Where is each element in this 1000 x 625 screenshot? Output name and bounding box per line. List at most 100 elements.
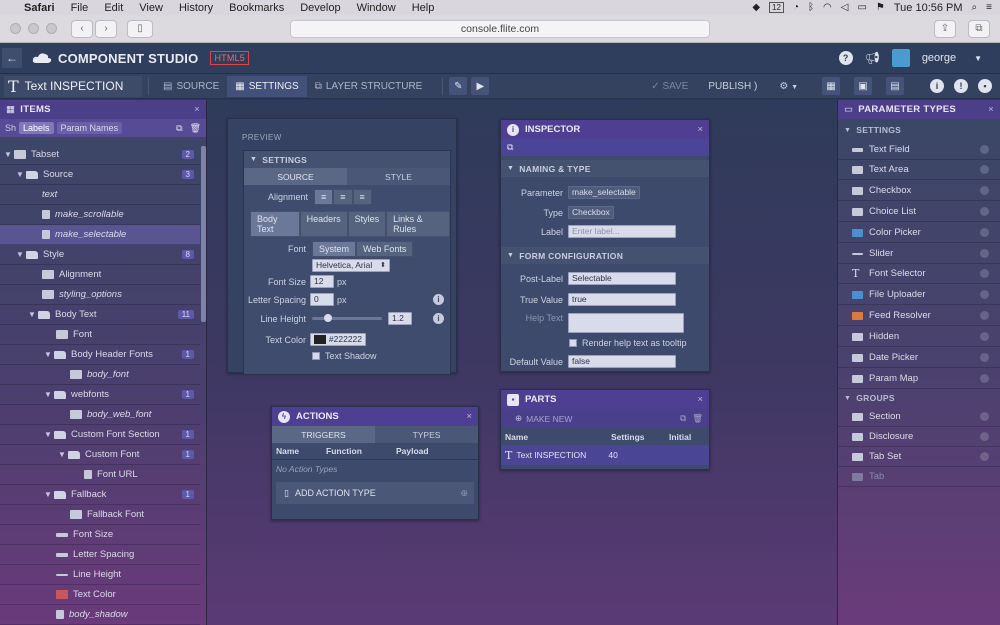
menu-view[interactable]: View [139,2,163,14]
close-window-icon[interactable] [10,23,21,34]
add-icon[interactable] [980,228,989,237]
tree-item-body-text[interactable]: ▼ Body Text 11 [0,305,200,325]
subtab-styles[interactable]: Styles [347,211,387,237]
subtab-headers[interactable]: Headers [299,211,348,237]
add-icon[interactable] [980,374,989,383]
subtab-body-text[interactable]: Body Text [250,211,300,237]
tree-item-source[interactable]: ▼ Source 3 [0,165,200,185]
gear-dropdown-button[interactable]: ⚙ ▼ [779,81,798,92]
tree-item-font-size[interactable]: Font Size [0,525,200,545]
tree-item-styling-options[interactable]: styling_options [0,285,200,305]
back-button[interactable]: ← [2,48,22,68]
share-button[interactable]: ⇪ [934,19,956,38]
minimize-window-icon[interactable] [28,23,39,34]
image-view-button[interactable]: ▣ [854,77,872,95]
trash-icon[interactable]: 🗑︎ [692,413,703,424]
dropbox-icon[interactable]: ◆ [752,2,760,13]
address-bar[interactable]: console.flite.com [290,20,710,38]
sidebar-toggle-button[interactable]: ▯ [127,19,153,38]
param-type-feed-resolver[interactable]: Feed Resolver [838,306,1000,326]
help-text-textarea[interactable] [568,313,684,333]
chevron-down-icon[interactable]: ▼ [974,54,982,63]
menu-safari[interactable]: Safari [24,2,55,14]
tree-item-custom-font[interactable]: ▼ Custom Font 1 [0,445,200,465]
expand-triangle-icon[interactable]: ▼ [4,150,14,159]
param-type-disclosure[interactable]: Disclosure [838,427,1000,447]
component-title[interactable]: T Text INSPECTION [4,75,142,97]
menu-develop[interactable]: Develop [300,2,340,14]
param-type-section[interactable]: Section [838,407,1000,427]
close-icon[interactable]: × [194,104,200,115]
tree-item-font[interactable]: Font [0,325,200,345]
expand-triangle-icon[interactable]: ▼ [44,390,54,399]
actions-tab-types[interactable]: TYPES [375,426,478,443]
tree-item-body-shadow[interactable]: body_shadow [0,605,200,625]
param-type-date-picker[interactable]: Date Picker [838,348,1000,368]
battery-icon[interactable]: ▭ [857,2,866,13]
flag-icon[interactable]: ⚑ [876,2,885,13]
tree-item-font-url[interactable]: Font URL [0,465,200,485]
param-type-tab-set[interactable]: Tab Set [838,447,1000,467]
tree-item-custom-font-section[interactable]: ▼ Custom Font Section 1 [0,425,200,445]
copy-icon[interactable]: ⧉ [680,413,686,424]
plus-circle-icon[interactable]: ⊕ [515,413,522,424]
avatar[interactable] [891,49,910,67]
expand-triangle-icon[interactable]: ▼ [16,250,26,259]
tab-layer-structure[interactable]: ⧉ LAYER STRUCTURE [307,76,431,97]
add-icon[interactable] [980,290,989,299]
label-input[interactable]: Enter label... [568,225,676,238]
spotlight-icon[interactable]: ⌕ [972,2,978,13]
close-icon[interactable]: × [466,411,472,422]
param-type-choice-list[interactable]: Choice List [838,202,1000,222]
param-type-slider[interactable]: Slider [838,244,1000,264]
bluetooth-icon[interactable]: ᛒ [808,2,814,13]
add-icon[interactable] [980,145,989,154]
true-value-input[interactable]: true [568,293,676,306]
font-option-web-fonts[interactable]: Web Fonts [356,241,414,257]
help-tooltip-checkbox[interactable] [569,339,577,347]
close-icon[interactable]: × [697,394,703,405]
add-icon[interactable] [980,452,989,461]
tab-source[interactable]: ▤ SOURCE [155,76,227,97]
tree-item-fallback-font[interactable]: Fallback Font [0,505,200,525]
align-left-icon[interactable]: ≡ [314,189,334,205]
browser-back-button[interactable]: ‹ [71,19,93,38]
param-type-text-field[interactable]: Text Field [838,140,1000,160]
menu-edit[interactable]: Edit [104,2,123,14]
info-icon[interactable]: i [433,313,444,324]
info-icon[interactable]: i [433,294,444,305]
slider-handle[interactable] [324,314,332,322]
zoom-window-icon[interactable] [46,23,57,34]
param-type-tab[interactable]: Tab [838,467,1000,487]
param-type-hidden[interactable]: Hidden [838,327,1000,347]
tree-item-text-color[interactable]: Text Color [0,585,200,605]
expand-triangle-icon[interactable]: ▼ [58,450,68,459]
tree-item-body-font[interactable]: body_font [0,365,200,385]
menu-file[interactable]: File [71,2,89,14]
tree-item-fallback[interactable]: ▼ Fallback 1 [0,485,200,505]
layout-view-button[interactable]: ▤ [886,77,904,95]
menu-window[interactable]: Window [357,2,396,14]
align-right-icon[interactable]: ≡ [352,189,372,205]
table-row[interactable]: T Text INSPECTION 40 [501,445,709,465]
font-option-system[interactable]: System [312,241,357,257]
trash-icon[interactable]: 🗑︎ [190,123,201,134]
add-action-type-button[interactable]: ▯ ADD ACTION TYPE ⊕ [276,482,474,504]
tree-item-letter-spacing[interactable]: Letter Spacing [0,545,200,565]
info-icon[interactable]: i [930,79,944,93]
font-select[interactable]: Helvetica, Arial ⬍ [312,259,390,272]
items-scrollbar[interactable] [201,146,206,322]
tree-item-webfonts[interactable]: ▼ webfonts 1 [0,385,200,405]
grid-view-button[interactable]: ▦ [822,77,840,95]
make-new-button[interactable]: MAKE NEW [526,414,572,424]
param-type-font-selector[interactable]: T Font Selector [838,264,1000,284]
expand-triangle-icon[interactable]: ▼ [16,170,26,179]
expand-triangle-icon[interactable]: ▼ [44,490,54,499]
menu-help[interactable]: Help [412,2,435,14]
naming-type-header[interactable]: ▼ NAMING & TYPE [501,160,709,177]
tree-item-style[interactable]: ▼ Style 8 [0,245,200,265]
tabs-button[interactable]: ⧉ [968,19,990,38]
line-height-input[interactable]: 1.2 [388,312,412,325]
add-icon[interactable] [980,332,989,341]
add-icon[interactable] [980,165,989,174]
